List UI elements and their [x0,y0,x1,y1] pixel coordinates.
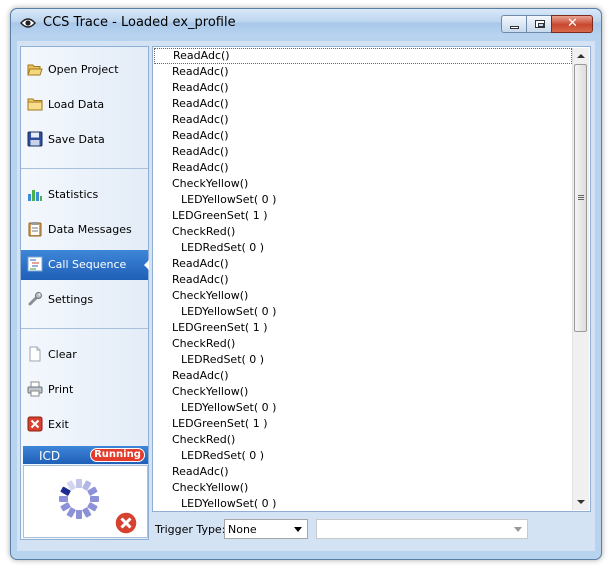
sidebar-item-call-sequence[interactable]: Call Sequence [21,250,149,280]
grip-line [578,195,584,196]
close-button[interactable]: ✕ [551,15,593,33]
trigger-value-select[interactable] [316,519,528,539]
list-item[interactable]: CheckYellow() [154,480,572,496]
chevron-down-icon [514,527,522,532]
app-window: CCS Trace - Loaded ex_profile ✕ Open Pro… [10,8,602,560]
minimize-icon [510,26,519,29]
sidebar-item-label: Save Data [48,133,105,146]
maximize-button[interactable] [526,15,552,33]
sidebar-divider [21,328,148,329]
list-item[interactable]: LEDYellowSet( 0 ) [154,400,572,416]
sidebar-item-label: Print [48,383,74,396]
call-sequence-icon [27,256,43,272]
list-item[interactable]: CheckRed() [154,336,572,352]
list-item[interactable]: LEDGreenSet( 1 ) [154,416,572,432]
list-item[interactable]: CheckYellow() [154,288,572,304]
minimize-button[interactable] [501,15,527,33]
list-item[interactable]: CheckYellow() [154,384,572,400]
scroll-up-arrow-icon[interactable] [577,54,585,58]
list-item[interactable]: LEDYellowSet( 0 ) [154,496,572,510]
list-item[interactable]: ReadAdc() [154,368,572,384]
list-item[interactable]: ReadAdc() [154,80,572,96]
list-item[interactable]: CheckRed() [154,432,572,448]
list-item[interactable]: LEDRedSet( 0 ) [154,240,572,256]
sidebar-item-open-project[interactable]: Open Project [21,55,148,85]
list-item[interactable]: ReadAdc() [154,112,572,128]
chevron-down-icon [294,527,302,532]
sidebar-item-label: Clear [48,348,77,361]
list-item[interactable]: LEDYellowSet( 0 ) [154,192,572,208]
trigger-type-select[interactable]: None [224,519,308,539]
sidebar-item-label: Load Data [48,98,105,111]
busy-spinner-icon [59,479,99,519]
title-bar[interactable]: CCS Trace - Loaded ex_profile ✕ [11,9,601,37]
exit-icon [27,416,43,432]
list-item[interactable]: LEDRedSet( 0 ) [154,352,572,368]
floppy-disk-icon [27,131,43,147]
list-item[interactable]: CheckRed() [154,224,572,240]
eye-logo-icon [20,18,36,28]
clipboard-icon [28,222,42,237]
list-item[interactable]: ReadAdc() [154,160,572,176]
trigger-bar: Trigger Type: None [152,515,591,545]
window-title: CCS Trace - Loaded ex_profile [43,15,236,30]
list-item[interactable]: ReadAdc() [154,144,572,160]
sidebar-item-label: Statistics [48,188,99,201]
folder-icon [27,98,43,111]
list-item[interactable]: ReadAdc() [154,64,572,80]
icd-label: ICD [39,449,61,463]
sidebar: Open Project Load Data Save Data Statist… [20,46,149,540]
sidebar-divider [21,168,148,169]
sidebar-item-statistics[interactable]: Statistics [21,180,148,210]
vertical-scrollbar[interactable] [572,48,589,510]
list-item[interactable]: ReadAdc() [154,256,572,272]
list-item[interactable]: LEDGreenSet( 1 ) [154,208,572,224]
close-icon: ✕ [567,16,578,31]
sidebar-item-label: Data Messages [48,223,132,236]
sidebar-item-settings[interactable]: Settings [21,285,148,315]
icd-header: ICD Running [23,446,148,464]
grip-line [578,199,584,200]
trigger-type-label: Trigger Type: [155,523,226,536]
call-sequence-panel: ReadAdc() ReadAdc() ReadAdc() ReadAdc() Read… [152,46,591,512]
sidebar-item-exit[interactable]: Exit [21,410,148,440]
list-item[interactable]: LEDGreenSet( 1 ) [154,320,572,336]
call-sequence-list[interactable]: ReadAdc() ReadAdc() ReadAdc() ReadAdc() Read… [154,48,572,510]
blank-page-icon [29,346,41,362]
list-item[interactable]: LEDRedSet( 0 ) [154,448,572,464]
sidebar-item-save-data[interactable]: Save Data [21,125,148,155]
list-item[interactable]: ReadAdc() [154,48,572,64]
sidebar-item-label: Exit [48,418,69,431]
scroll-thumb[interactable] [574,64,587,332]
printer-icon [27,381,43,397]
list-item[interactable]: ReadAdc() [154,96,572,112]
scroll-down-arrow-icon[interactable] [577,500,585,504]
icd-status-panel [23,465,148,538]
trigger-type-value: None [228,523,257,536]
list-item[interactable]: LEDYellowSet( 0 ) [154,304,572,320]
sidebar-item-load-data[interactable]: Load Data [21,90,148,120]
sidebar-item-label: Open Project [48,63,119,76]
status-badge: Running [90,448,145,462]
folder-open-icon [27,64,43,76]
sidebar-item-label: Settings [48,293,94,306]
bar-chart-icon [28,190,42,201]
wrench-icon [28,292,42,306]
maximize-icon [535,20,545,28]
sidebar-item-label: Call Sequence [48,258,127,271]
list-item[interactable]: ReadAdc() [154,128,572,144]
grip-line [578,197,584,198]
sidebar-item-data-messages[interactable]: Data Messages [21,215,148,245]
sidebar-item-clear[interactable]: Clear [21,340,148,370]
client-area: Open Project Load Data Save Data Statist… [17,41,595,551]
list-item[interactable]: CheckYellow() [154,176,572,192]
sidebar-item-print[interactable]: Print [21,375,148,405]
stop-icon[interactable] [114,511,138,535]
list-item[interactable]: ReadAdc() [154,272,572,288]
list-item[interactable]: ReadAdc() [154,464,572,480]
